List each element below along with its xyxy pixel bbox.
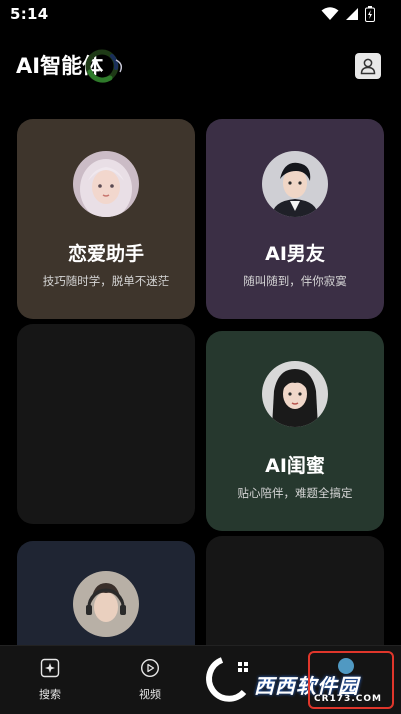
avatar-ai-bestie bbox=[262, 361, 328, 427]
card-subtitle: 技巧随时学，脱单不迷茫 bbox=[42, 274, 170, 288]
highlight-box bbox=[308, 651, 394, 709]
card-title: AI男友 bbox=[265, 243, 325, 265]
nav-label: 搜索 bbox=[39, 688, 61, 701]
sparkle-icon bbox=[40, 658, 60, 678]
card-subtitle: 贴心陪伴，难题全搞定 bbox=[237, 486, 353, 500]
avatar-partial bbox=[73, 571, 139, 637]
card-ai-boyfriend[interactable]: AI男友 随叫随到，伴你寂寞 bbox=[206, 119, 384, 319]
card-empty[interactable] bbox=[17, 324, 195, 524]
avatar-love-assistant bbox=[73, 151, 139, 217]
card-ai-bestie[interactable]: AI闺蜜 贴心陪伴，难题全搞定 bbox=[206, 331, 384, 531]
agent-grid: 恋爱助手 技巧随时学，脱单不迷茫 AI男友 随叫随到，伴你寂寞 AI闺蜜 贴心陪… bbox=[0, 0, 401, 713]
play-icon bbox=[140, 658, 160, 678]
nav-search[interactable]: 搜索 bbox=[20, 658, 80, 702]
card-title: 恋爱助手 bbox=[67, 243, 144, 265]
nav-label: 视频 bbox=[139, 688, 161, 701]
nav-video[interactable]: 视频 bbox=[120, 658, 180, 702]
card-subtitle: 随叫随到，伴你寂寞 bbox=[243, 274, 347, 288]
card-love-assistant[interactable]: 恋爱助手 技巧随时学，脱单不迷茫 bbox=[17, 119, 195, 319]
card-title: AI闺蜜 bbox=[265, 455, 325, 477]
avatar-ai-boyfriend bbox=[262, 151, 328, 217]
